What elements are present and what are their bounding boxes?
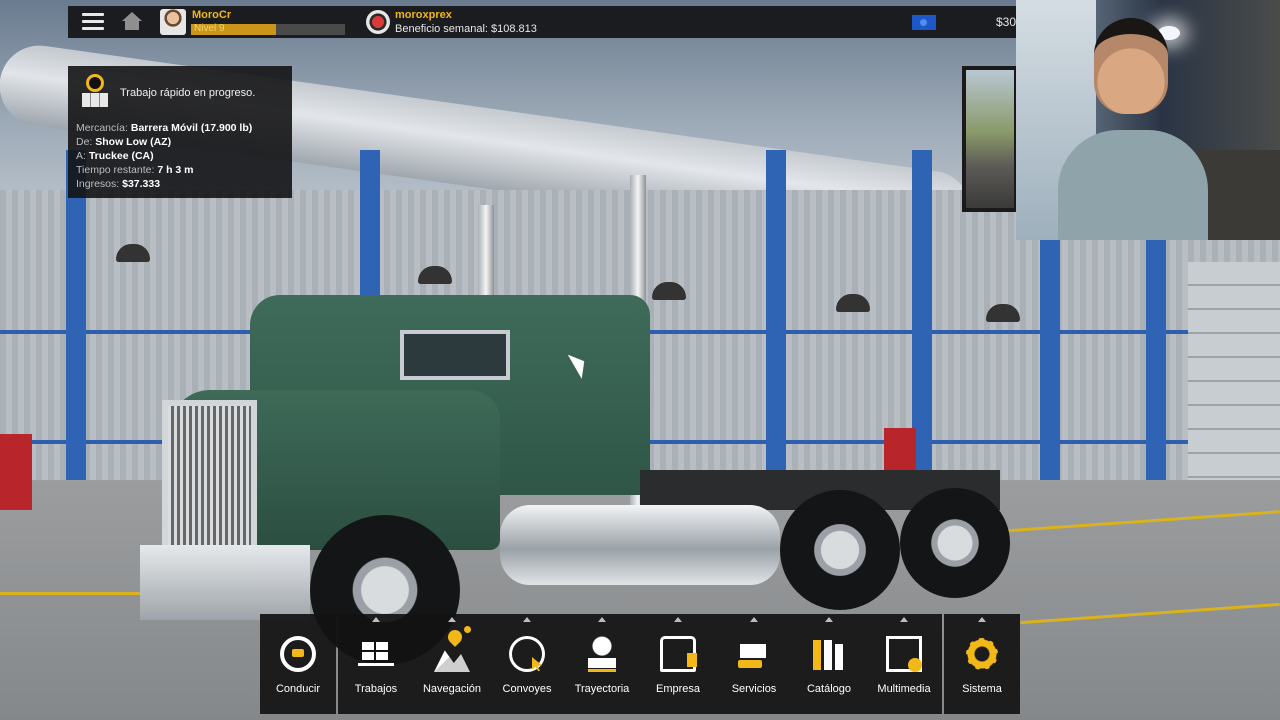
menu-item-multimedia[interactable]: Multimedia	[866, 614, 942, 714]
job-title: Trabajo rápido en progreso.	[120, 87, 256, 99]
job-line-key: Tiempo restante:	[76, 164, 155, 176]
streamer-face	[1094, 18, 1168, 114]
menu-item-label: Navegación	[422, 683, 482, 695]
job-line-value: Truckee (CA)	[88, 150, 154, 162]
tool-cabinet	[0, 434, 32, 510]
job-line-value: Barrera Móvil (17.900 lb)	[130, 122, 253, 134]
flag-icon	[912, 15, 936, 30]
truck-bumper	[140, 545, 310, 620]
menu-item-drive[interactable]: Conducir	[260, 614, 336, 714]
home-icon[interactable]	[122, 12, 142, 32]
menu-item-company[interactable]: Empresa	[640, 614, 716, 714]
menu-item-system[interactable]: Sistema	[944, 614, 1020, 714]
globe-cursor-icon	[509, 636, 545, 672]
menu-item-label: Convoyes	[502, 683, 552, 695]
menu-item-catalog[interactable]: Catálogo	[792, 614, 866, 714]
menu-item-jobs[interactable]: Trabajos	[338, 614, 414, 714]
webcam-shelf	[1198, 150, 1280, 240]
job-destination: A: Truckee (CA)	[76, 149, 252, 163]
caret-up-icon	[372, 617, 380, 622]
menu-item-label: Empresa	[655, 683, 701, 695]
caret-up-icon	[674, 617, 682, 622]
level-label: Nivel 9	[194, 23, 225, 34]
job-line-key: De:	[76, 136, 93, 148]
company-logo-icon[interactable]	[366, 10, 390, 34]
weekly-profit: Beneficio semanal: $108.813	[395, 23, 537, 35]
caret-up-icon	[598, 617, 606, 622]
menu-item-label: Catálogo	[806, 683, 852, 695]
floor-marking	[0, 592, 160, 595]
menu-item-label: Trayectoria	[574, 683, 630, 695]
garage-door	[1188, 262, 1280, 480]
job-line-key: Mercancía:	[76, 122, 128, 134]
job-line-key: A:	[76, 150, 86, 162]
caret-up-icon	[448, 617, 456, 622]
caret-up-icon	[900, 617, 908, 622]
fuel-tank	[500, 505, 780, 585]
bottom-menu-bar: Conducir Trabajos Navegación Convoyes Tr…	[260, 614, 1020, 714]
tool-cabinet	[884, 428, 916, 476]
menu-item-label: Conducir	[275, 683, 321, 695]
menu-item-navigation[interactable]: Navegación	[414, 614, 490, 714]
profile-name[interactable]: MoroCr	[192, 9, 231, 21]
menu-item-label: Trabajos	[354, 683, 398, 695]
avatar[interactable]	[160, 9, 186, 35]
services-icon	[736, 636, 772, 672]
job-line-value: $37.333	[122, 178, 161, 190]
truck-wheel	[900, 488, 1010, 598]
menu-item-label: Multimedia	[877, 683, 931, 695]
truck-wheel	[780, 490, 900, 610]
job-details: Mercancía: Barrera Móvil (17.900 lb) De:…	[76, 121, 252, 191]
webcam-overlay	[1016, 0, 1280, 240]
job-origin: De: Show Low (AZ)	[76, 135, 252, 149]
menu-item-career[interactable]: Trayectoria	[564, 614, 640, 714]
caret-up-icon	[825, 617, 833, 622]
menu-item-services[interactable]: Servicios	[716, 614, 792, 714]
cargo-boxes-icon	[358, 636, 394, 672]
caret-up-icon	[750, 617, 758, 622]
truck-window	[400, 330, 510, 380]
menu-icon[interactable]	[82, 13, 104, 31]
multimedia-icon	[886, 636, 922, 672]
driver-profile-icon	[584, 636, 620, 672]
job-line-value: 7 h 3 m	[157, 164, 194, 176]
job-info-panel: Trabajo rápido en progreso. Mercancía: B…	[68, 66, 292, 198]
job-line-key: Ingresos:	[76, 178, 120, 190]
quick-job-icon	[80, 74, 110, 107]
company-truck-icon	[660, 636, 697, 672]
map-pin-icon	[445, 627, 465, 647]
steel-column	[766, 150, 786, 500]
job-time-left: Tiempo restante: 7 h 3 m	[76, 163, 252, 177]
catalog-books-icon	[811, 636, 847, 672]
notification-dot-icon	[464, 626, 471, 633]
camera-preview-thumbnail	[962, 66, 1018, 212]
streamer-body	[1058, 130, 1208, 240]
job-line-value: Show Low (AZ)	[95, 136, 172, 148]
company-name[interactable]: moroxprex	[395, 9, 452, 21]
truck-grill	[162, 400, 257, 560]
menu-item-convoys[interactable]: Convoyes	[490, 614, 564, 714]
steel-column	[66, 150, 86, 500]
steering-wheel-icon	[280, 636, 316, 672]
job-income: Ingresos: $37.333	[76, 177, 252, 191]
caret-up-icon	[523, 617, 531, 622]
menu-item-label: Sistema	[962, 683, 1002, 695]
top-bar: MoroCr Nivel 9 moroxprex Beneficio seman…	[68, 6, 1028, 38]
menu-item-label: Servicios	[731, 683, 777, 695]
gear-icon	[964, 636, 1000, 672]
job-cargo: Mercancía: Barrera Móvil (17.900 lb)	[76, 121, 252, 135]
caret-up-icon	[978, 617, 986, 622]
money-balance: $30	[996, 15, 1017, 29]
level-progress-bar: Nivel 9	[191, 23, 345, 35]
